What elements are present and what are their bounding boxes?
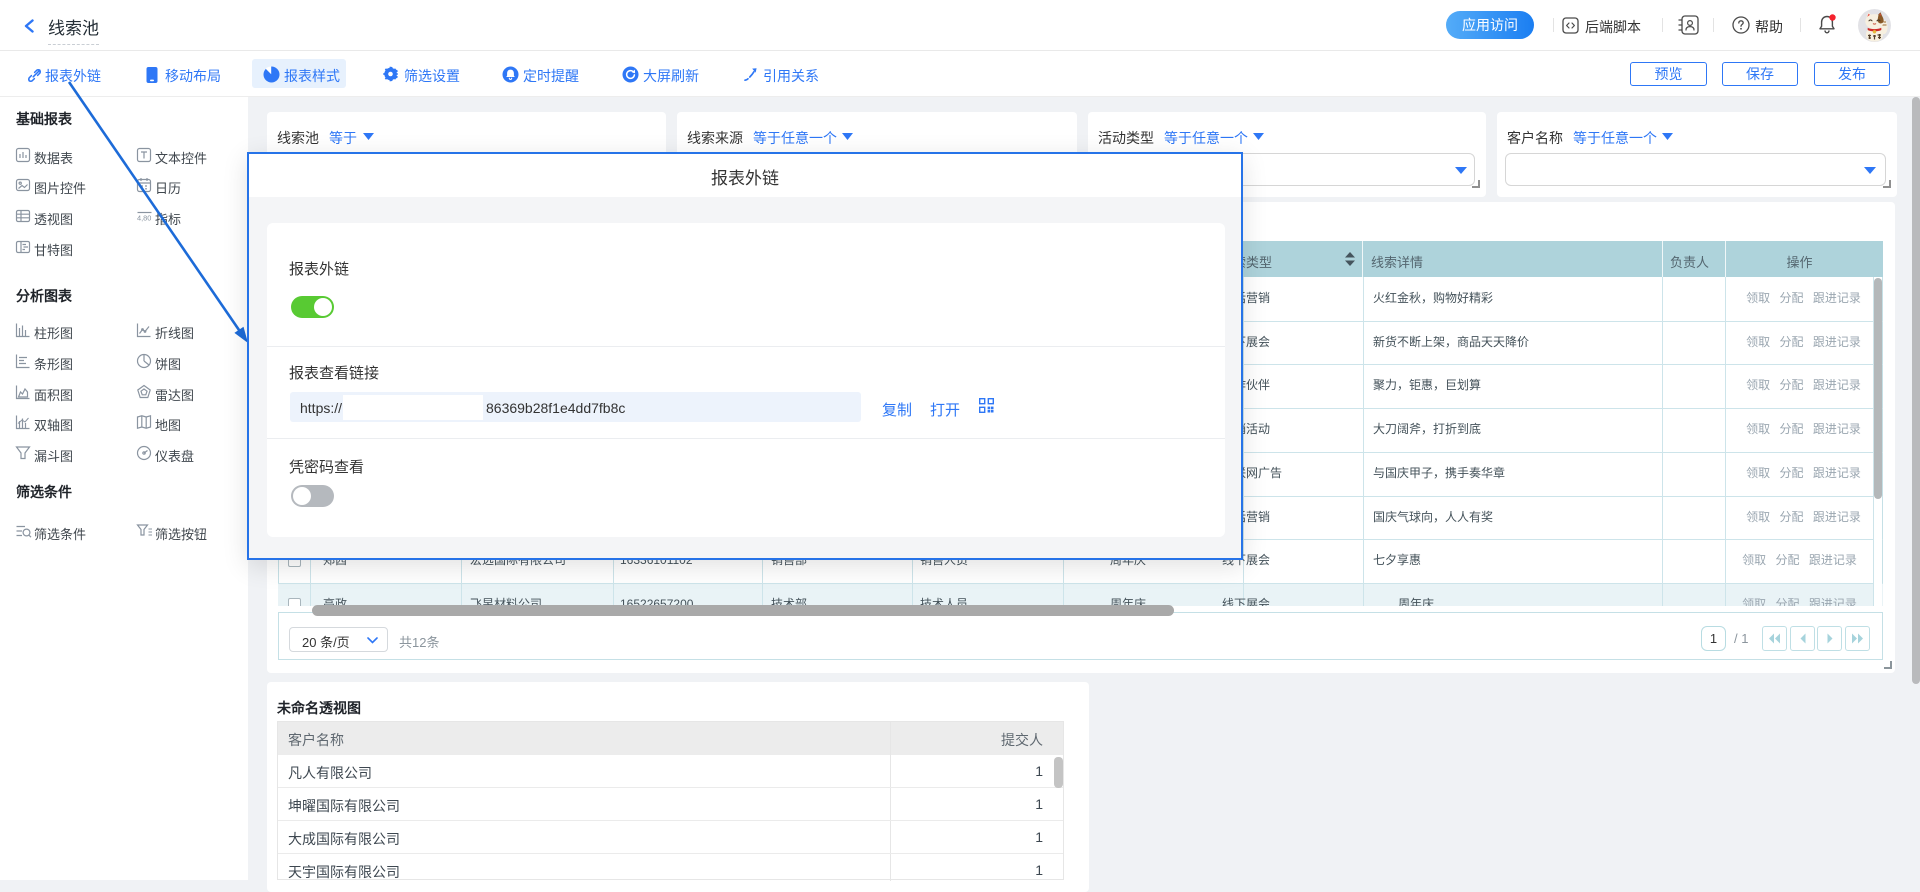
svg-text:4,80: 4,80 xyxy=(137,214,151,223)
